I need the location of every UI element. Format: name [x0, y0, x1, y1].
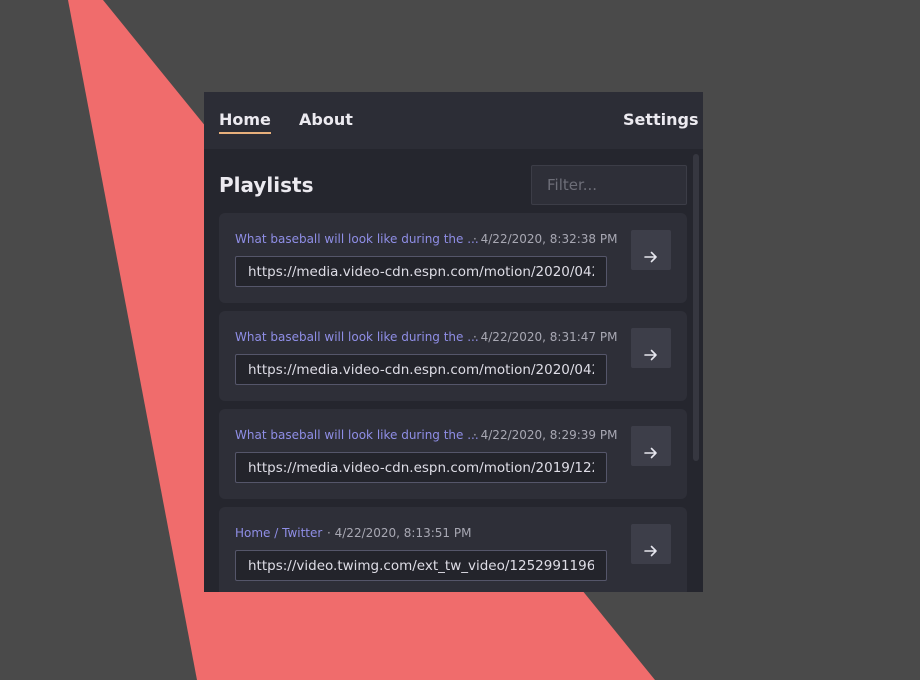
playlist-timestamp: · 4/22/2020, 8:13:51 PM [327, 526, 472, 540]
arrow-right-icon [644, 447, 657, 458]
open-playlist-button[interactable] [631, 230, 671, 270]
top-nav: Home About Settings [204, 92, 703, 149]
extension-popup: Home About Settings Playlists What baseb… [204, 92, 703, 592]
arrow-right-icon [644, 349, 657, 360]
playlist-title-link[interactable]: What baseball will look like during the … [235, 231, 479, 247]
playlist-card: What baseball will look like during the … [219, 409, 687, 499]
open-playlist-button[interactable] [631, 426, 671, 466]
playlist-title-link[interactable]: What baseball will look like during the … [235, 329, 479, 345]
playlist-card: What baseball will look like during the … [219, 311, 687, 401]
scrollbar-thumb[interactable] [693, 154, 699, 461]
playlist-url-field[interactable] [235, 256, 607, 287]
playlists-panel: Playlists What baseball will look like d… [204, 149, 703, 592]
nav-home-link[interactable]: Home [219, 110, 271, 134]
playlist-title-link[interactable]: What baseball will look like during the … [235, 427, 479, 443]
nav-about-link[interactable]: About [299, 110, 353, 130]
playlist-card: Home / Twitter · 4/22/2020, 8:13:51 PM [219, 507, 687, 592]
arrow-right-icon [644, 545, 657, 556]
playlist-url-field[interactable] [235, 550, 607, 581]
playlist-url-field[interactable] [235, 452, 607, 483]
open-playlist-button[interactable] [631, 328, 671, 368]
page-title: Playlists [219, 173, 314, 197]
playlist-title-link[interactable]: Home / Twitter [235, 525, 322, 541]
playlist-card: What baseball will look like during the … [219, 213, 687, 303]
open-playlist-button[interactable] [631, 524, 671, 564]
arrow-right-icon [644, 251, 657, 262]
playlist-timestamp: · 4/22/2020, 8:32:38 PM [473, 232, 618, 246]
playlist-url-field[interactable] [235, 354, 607, 385]
nav-settings-link[interactable]: Settings [623, 110, 699, 130]
playlist-timestamp: · 4/22/2020, 8:29:39 PM [473, 428, 618, 442]
filter-input[interactable] [531, 165, 687, 205]
playlist-timestamp: · 4/22/2020, 8:31:47 PM [473, 330, 618, 344]
